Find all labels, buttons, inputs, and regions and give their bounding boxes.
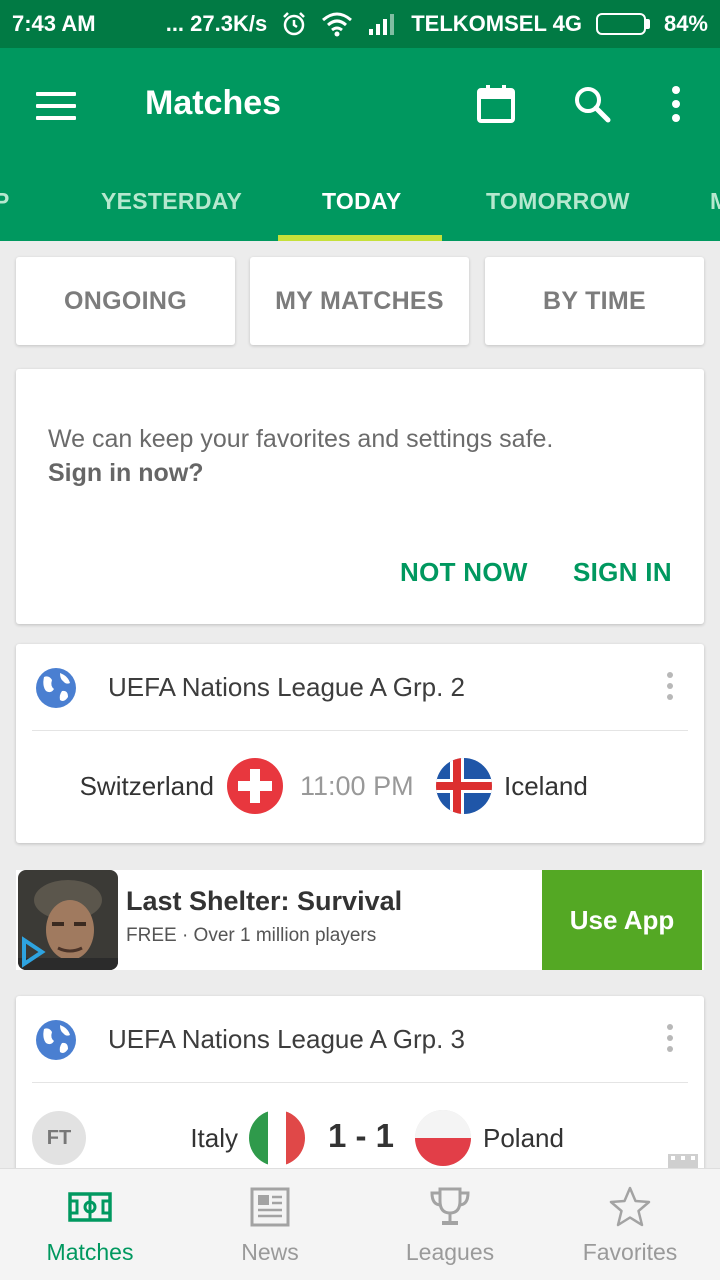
- league-name: UEFA Nations League A Grp. 2: [108, 672, 466, 702]
- nav-leagues[interactable]: Leagues: [360, 1169, 540, 1280]
- sign-in-button[interactable]: SIGN IN: [573, 557, 672, 588]
- status-bar: 7:43 AM ... 27.3K/s TELKOMSEL 4G 84%: [0, 0, 720, 48]
- globe-icon: [35, 667, 77, 709]
- nav-matches[interactable]: Matches: [0, 1169, 180, 1280]
- signin-text: We can keep your favorites and settings …: [48, 425, 554, 453]
- star-icon: [608, 1185, 652, 1229]
- home-team-name: Italy: [190, 1123, 238, 1153]
- match-status-badge: FT: [32, 1111, 86, 1165]
- league-header[interactable]: UEFA Nations League A Grp. 3: [16, 996, 704, 1082]
- italy-flag-icon: [249, 1110, 305, 1166]
- calendar-icon[interactable]: [474, 82, 518, 126]
- filter-my-matches-button[interactable]: MY MATCHES: [250, 257, 469, 345]
- globe-icon: [35, 1019, 77, 1061]
- nav-label: Leagues: [405, 1239, 495, 1265]
- signin-message: We can keep your favorites and settings …: [48, 422, 553, 490]
- nav-favorites[interactable]: Favorites: [540, 1169, 720, 1280]
- away-team-name: Poland: [483, 1123, 564, 1153]
- away-team-name: Iceland: [504, 771, 588, 801]
- trophy-icon: [428, 1185, 472, 1229]
- nav-label: News: [241, 1239, 299, 1265]
- wifi-icon: [321, 11, 353, 37]
- menu-icon[interactable]: [36, 86, 76, 126]
- battery-percent: 84%: [663, 11, 708, 36]
- ad-subtitle: FREE · Over 1 million players: [126, 925, 377, 946]
- kickoff-time: 11:00 PM: [300, 771, 414, 801]
- network-speed: ... 27.3K/s: [165, 11, 268, 36]
- match-score: 1 - 1: [328, 1117, 395, 1154]
- switzerland-flag-icon: [227, 758, 283, 814]
- tab-partial-left[interactable]: P: [0, 188, 10, 215]
- signal-icon: [367, 12, 397, 36]
- ad-banner[interactable]: Last Shelter: Survival FREE · Over 1 mil…: [16, 870, 704, 970]
- league-card: UEFA Nations League A Grp. 2 Switzerland…: [16, 644, 704, 843]
- more-vert-icon[interactable]: [660, 82, 692, 126]
- signin-question: Sign in now?: [48, 459, 204, 487]
- pitch-icon: [68, 1185, 112, 1229]
- nav-label: Favorites: [582, 1239, 678, 1265]
- battery-icon: [595, 13, 650, 35]
- search-icon[interactable]: [570, 82, 614, 126]
- league-card: UEFA Nations League A Grp. 3 FT Italy 1 …: [16, 996, 704, 1195]
- ad-title: Last Shelter: Survival: [126, 886, 403, 916]
- ad-game-thumbnail: [18, 870, 118, 970]
- filter-ongoing-button[interactable]: ONGOING: [16, 257, 235, 345]
- league-options-icon[interactable]: [658, 1020, 682, 1056]
- newspaper-icon: [248, 1185, 292, 1229]
- league-options-icon[interactable]: [658, 668, 682, 704]
- league-name: UEFA Nations League A Grp. 3: [108, 1024, 466, 1054]
- league-header[interactable]: UEFA Nations League A Grp. 2: [16, 644, 704, 730]
- iceland-flag-icon: [436, 758, 492, 814]
- alarm-icon: [281, 11, 307, 37]
- filter-by-time-button[interactable]: BY TIME: [485, 257, 704, 345]
- bottom-navigation: Matches News Leagues Favorites: [0, 1168, 720, 1280]
- tab-today[interactable]: TODAY: [322, 188, 401, 215]
- tab-tomorrow[interactable]: TOMORROW: [486, 188, 630, 215]
- ad-use-app-button[interactable]: Use App: [542, 870, 702, 970]
- tab-yesterday[interactable]: YESTERDAY: [101, 188, 242, 215]
- signin-card: We can keep your favorites and settings …: [16, 369, 704, 624]
- carrier-name: TELKOMSEL 4G: [411, 11, 582, 36]
- nav-news[interactable]: News: [180, 1169, 360, 1280]
- tab-indicator: [278, 235, 442, 241]
- app-bar: Matches P YESTERDAY TODAY TOMORROW M: [0, 48, 720, 241]
- status-time: 7:43 AM: [12, 11, 96, 36]
- nav-label: Matches: [46, 1239, 134, 1265]
- date-tabs: P YESTERDAY TODAY TOMORROW M: [0, 172, 720, 241]
- home-team-name: Switzerland: [79, 771, 214, 801]
- not-now-button[interactable]: NOT NOW: [400, 557, 528, 588]
- match-row[interactable]: Switzerland 11:00 PM Iceland: [16, 731, 704, 843]
- page-title: Matches: [145, 84, 282, 122]
- tab-partial-right[interactable]: M: [710, 188, 720, 215]
- poland-flag-icon: [415, 1110, 471, 1166]
